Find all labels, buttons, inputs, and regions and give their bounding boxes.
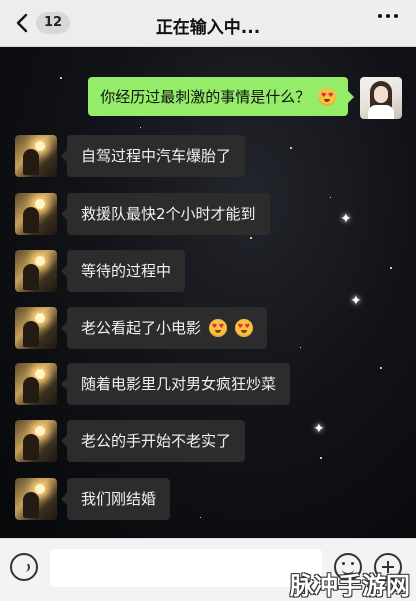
star	[60, 77, 62, 79]
sent-message[interactable]: 你经历过最刺激的事情是什么？ ♥ ♥	[88, 77, 354, 116]
chat-area[interactable]: ✦ ✦ ✦ 你经历过最刺激的事情是什么？ ♥ ♥ 自驾过程中汽车爆胎了 救援队最快…	[0, 47, 416, 538]
star	[140, 127, 141, 128]
chat-title: 正在输入中...	[155, 18, 261, 38]
received-message[interactable]: 等待的过程中	[60, 250, 186, 292]
watermark: 脉冲手游网	[290, 572, 410, 600]
heart-eyes-emoji-icon: ♥ ♥	[208, 318, 227, 337]
heart-eyes-emoji-icon: ♥ ♥	[318, 87, 336, 106]
message-input[interactable]	[50, 549, 322, 587]
sparkle: ✦	[350, 293, 362, 309]
received-message[interactable]: 自驾过程中汽车爆胎了	[60, 135, 246, 177]
contact-avatar[interactable]	[15, 363, 57, 405]
received-message[interactable]: 老公看起了小电影 ♥ ♥ ♥ ♥	[61, 307, 267, 349]
contact-avatar[interactable]	[15, 478, 57, 520]
contact-avatar[interactable]	[15, 420, 57, 462]
contact-avatar[interactable]	[15, 135, 57, 177]
more-dots-icon[interactable]	[378, 14, 398, 18]
self-avatar[interactable]	[360, 77, 402, 119]
received-message[interactable]: 老公的手开始不老实了	[60, 420, 246, 462]
contact-avatar[interactable]	[15, 307, 57, 349]
star	[380, 367, 382, 369]
contact-avatar[interactable]	[15, 193, 57, 235]
sent-message-text: 你经历过最刺激的事情是什么？	[100, 88, 311, 106]
contact-avatar[interactable]	[15, 250, 57, 292]
voice-icon[interactable]	[10, 553, 38, 581]
sparkle: ✦	[340, 211, 352, 227]
star	[300, 347, 301, 348]
chat-header: 12 正在输入中...	[0, 0, 416, 47]
sparkle: ✦	[313, 421, 325, 437]
star	[390, 267, 392, 269]
heart-eyes-emoji-icon: ♥ ♥	[234, 318, 253, 337]
star	[250, 237, 252, 239]
received-message[interactable]: 我们刚结婚	[60, 478, 171, 520]
star	[290, 147, 292, 149]
star	[320, 457, 322, 459]
received-message[interactable]: 救援队最快2个小时才能到	[61, 193, 270, 235]
received-message-text: 老公看起了小电影	[81, 319, 202, 337]
star	[200, 517, 201, 518]
received-message[interactable]: 随着电影里几对男女疯狂炒菜	[60, 363, 291, 405]
star	[330, 197, 331, 198]
